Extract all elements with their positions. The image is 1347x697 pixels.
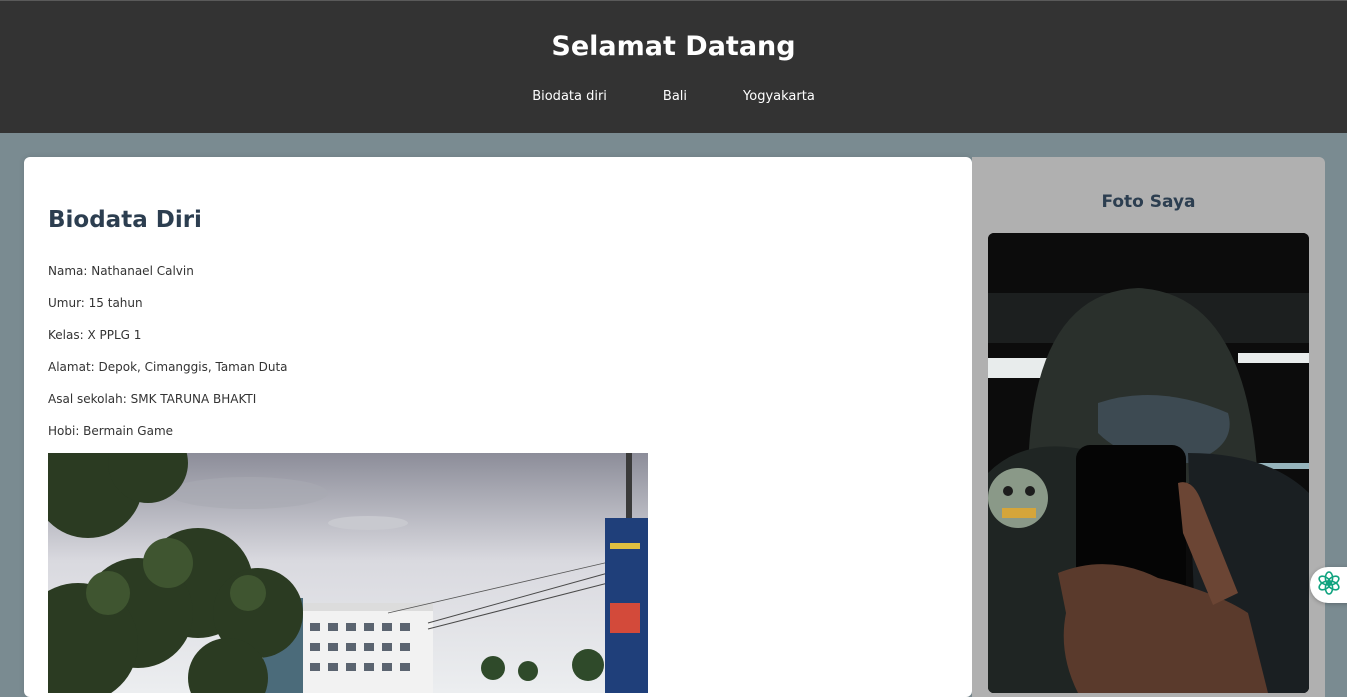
site-title: Selamat Datang	[551, 31, 796, 62]
nav-link-bali[interactable]: Bali	[663, 89, 687, 104]
nav-link-yogyakarta[interactable]: Yogyakarta	[743, 89, 815, 104]
site-header: Selamat Datang Biodata diri Bali Yogyaka…	[0, 0, 1347, 133]
biodata-item-alamat: Alamat: Depok, Cimanggis, Taman Duta	[48, 360, 288, 374]
biodata-item-hobi: Hobi: Bermain Game	[48, 424, 174, 438]
main-nav: Biodata diri Bali Yogyakarta	[0, 89, 1347, 104]
biodata-card: Biodata Diri Nama: Nathanael Calvin Umur…	[24, 157, 972, 697]
biodata-list: Nama: Nathanael Calvin Umur: 15 tahun Ke…	[48, 263, 288, 455]
biodata-item-kelas: Kelas: X PPLG 1	[48, 328, 142, 342]
biodata-item-umur: Umur: 15 tahun	[48, 296, 143, 310]
photo-sidebar: Foto Saya	[972, 157, 1325, 697]
openai-flower-icon	[1316, 570, 1342, 600]
profile-photo-image	[988, 233, 1309, 693]
street-photo-image	[48, 453, 648, 693]
biodata-item-nama: Nama: Nathanael Calvin	[48, 264, 194, 278]
nav-link-biodata-diri[interactable]: Biodata diri	[532, 89, 607, 104]
photo-heading: Foto Saya	[1101, 192, 1196, 212]
biodata-heading: Biodata Diri	[48, 207, 202, 233]
profile-photo	[988, 233, 1309, 693]
biodata-item-sekolah: Asal sekolah: SMK TARUNA BHAKTI	[48, 392, 257, 406]
street-photo	[48, 453, 648, 693]
assistant-button[interactable]	[1310, 567, 1347, 603]
